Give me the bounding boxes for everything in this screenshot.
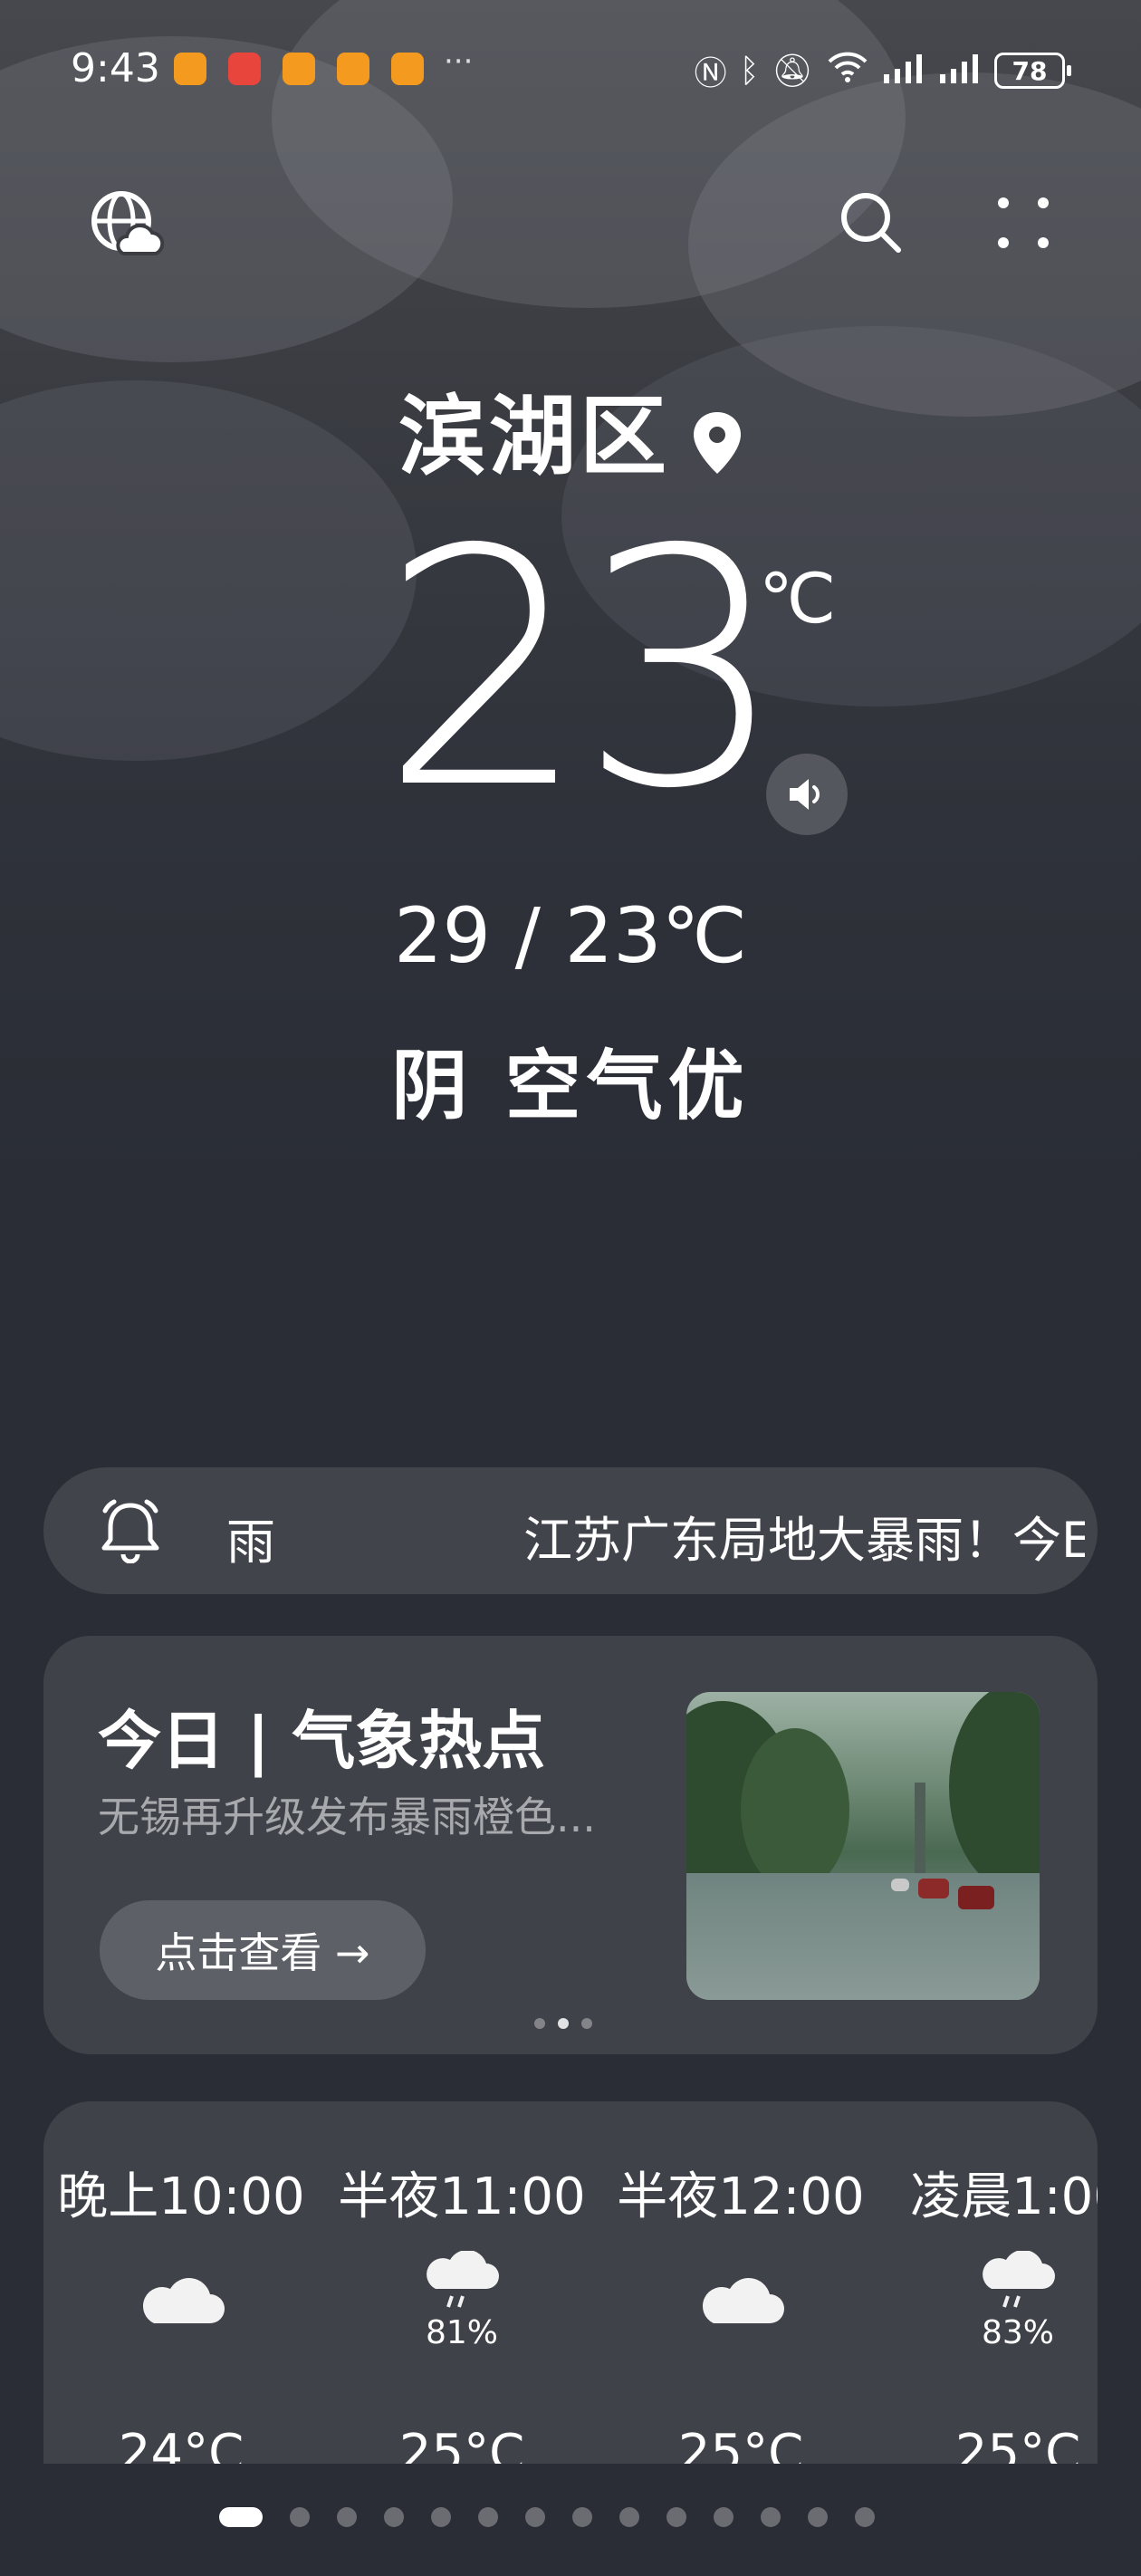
temperature-unit: ℃	[759, 558, 837, 639]
city-manage-button[interactable]	[87, 187, 167, 266]
battery-indicator: 78	[994, 53, 1071, 89]
notification-app-icon	[174, 53, 206, 85]
status-time: 9:43	[71, 45, 160, 91]
hourly-item: 半夜11:00 81% 25°C	[326, 2156, 598, 2464]
page-dot[interactable]	[478, 2507, 498, 2527]
notification-app-icon	[391, 53, 424, 85]
cloudy-icon	[45, 2251, 317, 2341]
page-dot[interactable]	[337, 2507, 357, 2527]
rain-icon	[882, 2249, 1098, 2341]
hourly-forecast[interactable]: 晚上10:00 24°C 半夜11:00 81% 25°C 半夜12:00 25…	[43, 2101, 1098, 2464]
voice-broadcast-button[interactable]	[766, 754, 848, 835]
page-dot[interactable]	[431, 2507, 451, 2527]
location-title[interactable]: 滨湖区	[0, 366, 1141, 492]
notification-app-icon	[283, 53, 315, 85]
hourly-item: 凌晨1:00 83% 25°C	[882, 2156, 1098, 2464]
search-icon	[841, 193, 901, 253]
hourly-item: 半夜12:00 25°C	[605, 2156, 877, 2464]
page-dot[interactable]	[855, 2507, 875, 2527]
page-dot[interactable]	[572, 2507, 592, 2527]
temperature-range: 29 / 23℃	[394, 891, 747, 980]
hotspot-subtitle: 无锡再升级发布暴雨橙色...	[98, 1793, 596, 1841]
page-dot[interactable]	[808, 2507, 828, 2527]
hourly-time: 半夜12:00	[617, 2167, 865, 2226]
hourly-temp: 24°C	[118, 2424, 244, 2464]
mute-icon: 🔕︎	[772, 53, 813, 90]
page-indicator[interactable]	[219, 2507, 875, 2527]
speaker-icon	[790, 779, 820, 810]
page-dot[interactable]	[525, 2507, 545, 2527]
current-temperature: 23	[380, 480, 786, 860]
alert-ticker-text: 江苏广东局地大暴雨！今E	[523, 1512, 1085, 1569]
bluetooth-icon: ᛒ	[739, 52, 760, 90]
nfc-icon: Ⓝ	[694, 55, 727, 92]
hourly-item: 晚上10:00 24°C	[45, 2156, 317, 2464]
page-dot[interactable]	[714, 2507, 734, 2527]
more-menu-button[interactable]	[987, 187, 1060, 259]
four-dots-icon	[998, 197, 1049, 248]
hotspot-title: 今日 | 气象热点	[98, 1704, 546, 1778]
page-dot[interactable]	[619, 2507, 639, 2527]
hourly-time: 半夜11:00	[338, 2167, 586, 2226]
bell-icon	[101, 1499, 159, 1563]
hourly-temp: 25°C	[398, 2424, 525, 2464]
hourly-temp: 25°C	[677, 2424, 804, 2464]
page-dot[interactable]	[666, 2507, 686, 2527]
notification-app-icon	[337, 53, 369, 85]
hotspot-thumbnail[interactable]	[686, 1692, 1040, 2000]
page-dot[interactable]	[290, 2507, 310, 2527]
hourly-time: 晚上10:00	[57, 2167, 305, 2226]
alert-type-label: 雨	[226, 1514, 275, 1571]
cloudy-icon	[605, 2251, 877, 2341]
location-name: 滨湖区	[398, 386, 670, 487]
wifi-icon	[826, 51, 869, 91]
hourly-time: 凌晨1:00	[910, 2167, 1098, 2226]
page-dot-active[interactable]	[219, 2507, 263, 2527]
page-dot[interactable]	[761, 2507, 781, 2527]
notification-app-icon	[228, 53, 261, 85]
status-bar: 9:43 ··· Ⓝ ᛒ 🔕︎ 78	[0, 36, 1141, 109]
rain-icon	[326, 2249, 598, 2341]
weather-hotspot-card[interactable]: 今日 | 气象热点 无锡再升级发布暴雨橙色... 点击查看 →	[43, 1636, 1098, 2054]
location-pin-icon	[694, 411, 741, 474]
hourly-temp: 25°C	[954, 2424, 1081, 2464]
globe-cloud-icon	[91, 191, 165, 255]
weather-condition: 阴 空气优	[391, 1042, 750, 1130]
signal-icon	[882, 53, 925, 89]
signal-icon	[938, 53, 982, 89]
page-dot[interactable]	[384, 2507, 404, 2527]
more-notifications-icon: ···	[444, 43, 474, 80]
view-details-button[interactable]: 点击查看 →	[100, 1900, 426, 2000]
search-button[interactable]	[835, 187, 907, 259]
weather-alert-banner[interactable]: 雨 江苏广东局地大暴雨！今E	[43, 1467, 1098, 1594]
carousel-indicator	[534, 2018, 592, 2029]
